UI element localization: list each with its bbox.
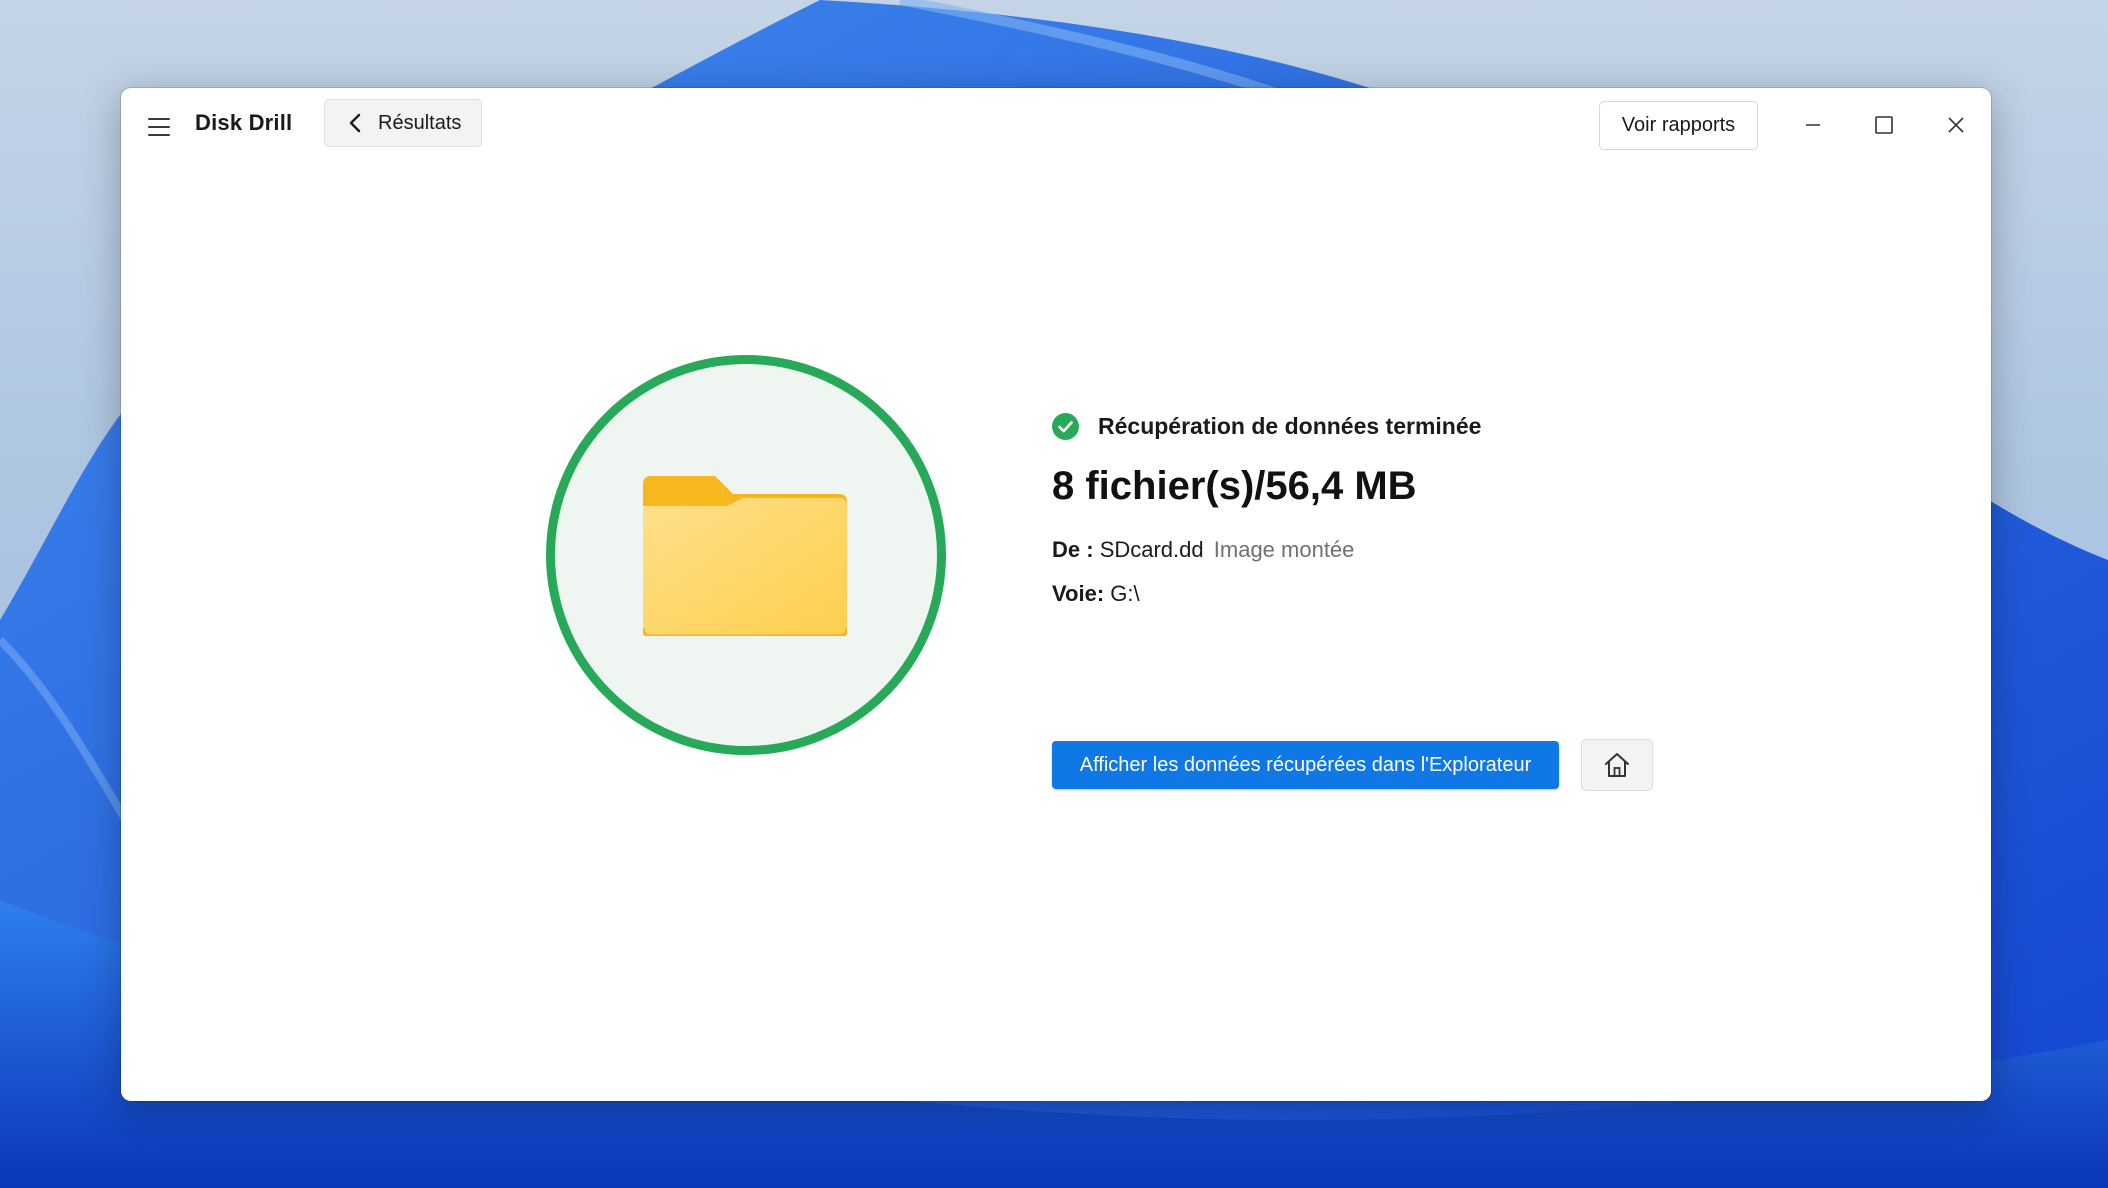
title-bar: Disk Drill Résultats Voir rapports — [121, 88, 1991, 168]
status-text: Récupération de données terminée — [1098, 412, 1482, 439]
folder-icon — [643, 476, 847, 636]
back-button-label: Résultats — [378, 111, 462, 134]
minimize-button[interactable] — [1788, 100, 1838, 150]
recovered-summary: 8 fichier(s)/56,4 MB — [1052, 464, 1417, 508]
source-value: SDcard.dd — [1099, 537, 1204, 562]
maximize-button[interactable] — [1859, 100, 1909, 150]
close-icon — [1948, 117, 1964, 133]
open-in-explorer-button[interactable]: Afficher les données récupérées dans l'E… — [1052, 741, 1559, 789]
source-type: Image montée — [1213, 537, 1355, 562]
view-reports-button[interactable]: Voir rapports — [1599, 101, 1758, 150]
back-to-results-button[interactable]: Résultats — [324, 99, 482, 147]
app-window: Disk Drill Résultats Voir rapports Récup… — [121, 88, 1991, 1101]
minimize-icon — [1806, 124, 1820, 126]
maximize-icon — [1875, 116, 1893, 134]
path-value: G:\ — [1110, 581, 1140, 606]
home-button[interactable] — [1581, 739, 1653, 791]
status-row: Récupération de données terminée — [1052, 410, 1481, 442]
source-label: De : — [1052, 537, 1094, 562]
close-button[interactable] — [1931, 100, 1981, 150]
source-row: De : SDcard.dd Image montée — [1052, 537, 1354, 563]
path-label: Voie: — [1052, 581, 1105, 606]
check-circle-icon — [1052, 412, 1079, 440]
hamburger-icon[interactable] — [145, 115, 173, 139]
chevron-left-icon — [349, 113, 361, 133]
app-title: Disk Drill — [195, 110, 293, 135]
home-icon — [1605, 753, 1629, 777]
path-row: Voie: G:\ — [1052, 581, 1140, 607]
